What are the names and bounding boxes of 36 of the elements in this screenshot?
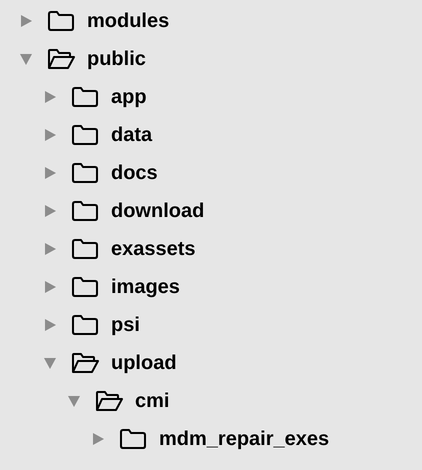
folder-icon xyxy=(71,238,99,260)
collapse-arrow-icon[interactable] xyxy=(19,52,33,66)
folder-icon xyxy=(119,428,147,450)
expand-arrow-icon[interactable] xyxy=(43,166,57,180)
folder-icon xyxy=(71,200,99,222)
folder-name[interactable]: app xyxy=(111,86,147,108)
collapse-arrow-icon[interactable] xyxy=(67,394,81,408)
folder-icon xyxy=(71,314,99,336)
folder-name[interactable]: download xyxy=(111,200,204,222)
folder-name[interactable]: images xyxy=(111,276,180,298)
folder-icon xyxy=(71,162,99,184)
expand-arrow-icon[interactable] xyxy=(43,318,57,332)
folder-name[interactable]: mdm_repair_exes xyxy=(159,428,330,450)
folder-icon xyxy=(71,276,99,298)
expand-arrow-icon[interactable] xyxy=(43,90,57,104)
folder-name[interactable]: cmi xyxy=(135,390,170,412)
folder-name[interactable]: upload xyxy=(111,352,177,374)
folder-name[interactable]: psi xyxy=(111,314,140,336)
folder-icon xyxy=(71,124,99,146)
expand-arrow-icon[interactable] xyxy=(43,242,57,256)
open-folder-icon xyxy=(47,48,75,70)
expand-arrow-icon[interactable] xyxy=(43,280,57,294)
folder-name[interactable]: modules xyxy=(87,10,170,32)
collapse-arrow-icon[interactable] xyxy=(43,356,57,370)
folder-name[interactable]: data xyxy=(111,124,152,146)
expand-arrow-icon[interactable] xyxy=(43,128,57,142)
expand-arrow-icon[interactable] xyxy=(43,204,57,218)
expand-arrow-icon[interactable] xyxy=(91,432,105,446)
folder-name[interactable]: exassets xyxy=(111,238,196,260)
folder-name[interactable]: public xyxy=(87,48,146,70)
expand-arrow-icon[interactable] xyxy=(19,14,33,28)
folder-icon xyxy=(71,86,99,108)
open-folder-icon xyxy=(95,390,123,412)
folder-name[interactable]: docs xyxy=(111,162,158,184)
open-folder-icon xyxy=(71,352,99,374)
folder-icon xyxy=(47,10,75,32)
